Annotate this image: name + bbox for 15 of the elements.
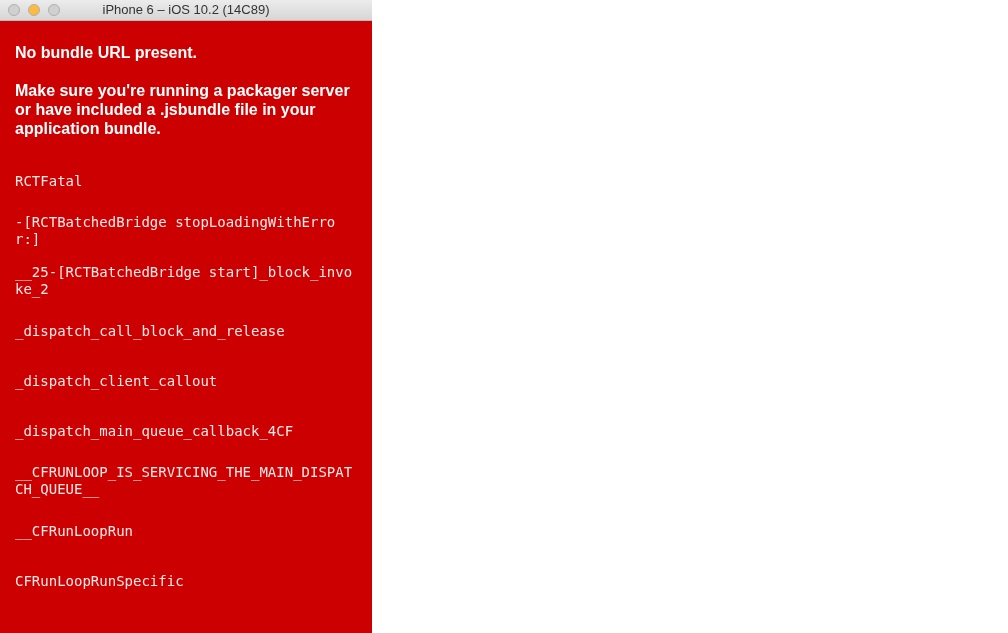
stack-frame: __25-[RCTBatchedBridge start]_block_invoke_2 xyxy=(15,264,355,298)
error-title: No bundle URL present. xyxy=(15,43,198,62)
close-button[interactable] xyxy=(8,4,20,16)
stack-frame: _dispatch_call_block_and_release xyxy=(15,322,355,340)
stack-frame: _dispatch_client_callout xyxy=(15,372,355,390)
stack-frame: __CFRUNLOOP_IS_SERVICING_THE_MAIN_DISPATCH_QUEUE__ xyxy=(15,464,355,498)
window-title: iPhone 6 – iOS 10.2 (14C89) xyxy=(102,1,270,20)
error-message: Make sure you're running a packager server or have included a .jsbundle file in your application bundle. xyxy=(15,81,351,138)
stack-frame: -[RCTBatchedBridge stopLoadingWithError:] xyxy=(15,214,355,248)
stack-frame: _dispatch_main_queue_callback_4CF xyxy=(15,422,355,440)
stack-frame: RCTFatal xyxy=(15,172,355,190)
zoom-button[interactable] xyxy=(48,4,60,16)
stack-frame: __CFRunLoopRun xyxy=(15,522,355,540)
minimize-button[interactable] xyxy=(28,4,40,16)
stack-frame: CFRunLoopRunSpecific xyxy=(15,572,355,590)
